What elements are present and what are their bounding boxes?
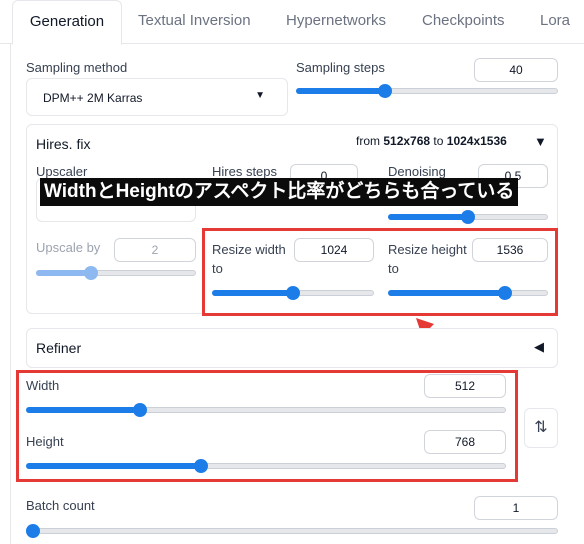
chevron-down-icon: ▼ [255,90,265,101]
expand-triangle-icon[interactable]: ◀ [534,339,544,355]
denoising-label: Denoising [388,164,446,179]
tab-textual-inversion[interactable]: Textual Inversion [138,0,251,44]
refiner-title: Refiner [36,340,82,356]
tab-hypernetworks[interactable]: Hypernetworks [286,0,386,44]
sampling-steps-input[interactable]: 40 [474,58,558,82]
size-highlight-box [16,370,518,482]
refiner-section[interactable] [26,328,558,368]
tab-bar: Generation Textual Inversion Hypernetwor… [0,0,584,45]
annotation-caption: WidthとHeightのアスペクト比率がどちらも合っている [40,178,519,206]
upscaler-label: Upscaler [36,164,88,179]
hires-from-label: from [356,134,380,148]
upscale-by-input[interactable]: 2 [114,238,196,262]
tab-lora[interactable]: Lora [540,0,570,44]
sampling-method-dropdown[interactable]: DPM++ 2M Karras ▼ [26,78,288,116]
hires-to-size: 1024x1536 [446,134,507,148]
batch-count-label: Batch count [26,498,95,513]
tab-checkpoints[interactable]: Checkpoints [422,0,505,44]
tab-generation[interactable]: Generation [12,0,122,45]
hires-resolution-summary: from 512x768 to 1024x1536 [356,134,507,148]
sampling-method-label: Sampling method [26,60,128,75]
batch-count-slider[interactable] [26,524,558,538]
hires-steps-label: Hires steps [212,164,278,179]
hires-fix-title: Hires. fix [36,136,91,152]
hires-from-size: 512x768 [383,134,431,148]
resize-highlight-box [202,228,558,316]
upscale-by-slider[interactable] [36,266,196,280]
upscale-by-label: Upscale by [36,240,101,255]
collapse-triangle-icon[interactable]: ▼ [534,134,547,149]
swap-arrows-icon: ⇅ [534,419,548,436]
swap-dimensions-button[interactable]: ⇅ [524,408,558,448]
hires-to-label: to [433,134,444,148]
denoising-slider[interactable] [388,210,548,224]
sampling-steps-label: Sampling steps [296,60,385,75]
batch-count-input[interactable]: 1 [474,496,558,520]
sampling-steps-slider[interactable] [296,84,558,98]
sampling-method-value: DPM++ 2M Karras [43,91,143,105]
